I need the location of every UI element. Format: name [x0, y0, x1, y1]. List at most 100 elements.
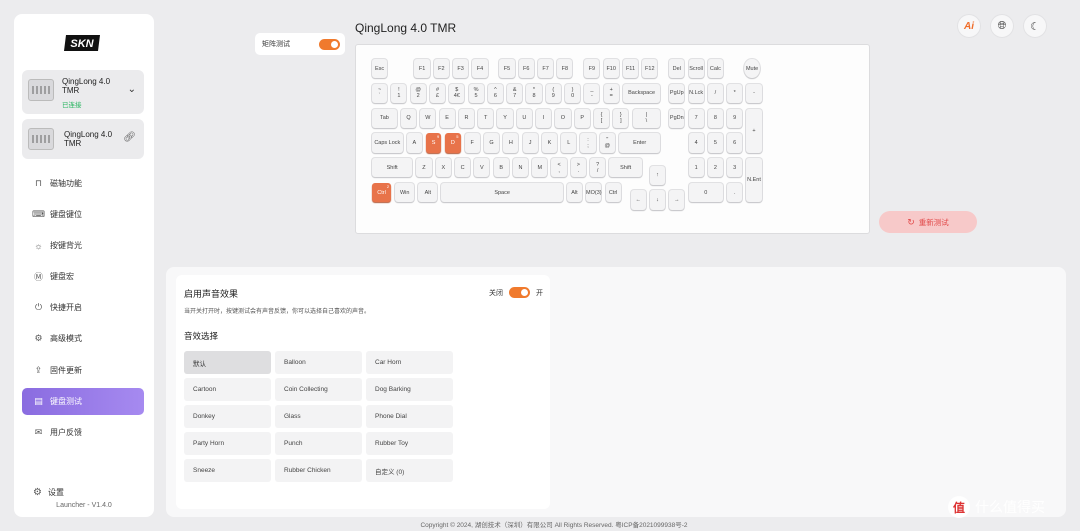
- key[interactable]: V: [474, 158, 490, 178]
- key[interactable]: Shift: [609, 158, 642, 178]
- key[interactable]: 1: [688, 158, 704, 178]
- key[interactable]: _ -: [584, 83, 600, 104]
- key[interactable]: @ 2: [410, 83, 426, 104]
- key[interactable]: Esc: [372, 59, 388, 79]
- sidebar-item-8[interactable]: ✉ 用户反馈: [22, 419, 144, 446]
- sound-option[interactable]: Party Horn: [184, 432, 271, 455]
- device-card-second[interactable]: QingLong 4.0 TMR 🔗︎: [22, 119, 144, 159]
- key[interactable]: C: [454, 158, 471, 178]
- key[interactable]: ( 9: [545, 83, 561, 104]
- sidebar-item-2[interactable]: ☼ 按键背光: [22, 232, 144, 259]
- key[interactable]: & 7: [507, 83, 523, 104]
- key[interactable]: Caps Lock: [372, 133, 403, 153]
- sound-option[interactable]: Balloon: [275, 351, 362, 374]
- key[interactable]: Scroll: [688, 59, 704, 79]
- key[interactable]: F2: [433, 59, 449, 79]
- key[interactable]: I: [536, 108, 552, 128]
- key[interactable]: Shift: [372, 158, 413, 178]
- key[interactable]: F10: [603, 59, 619, 79]
- matrix-toggle-switch[interactable]: [319, 39, 340, 50]
- sound-option[interactable]: 默认: [184, 351, 271, 374]
- key[interactable]: /: [707, 83, 723, 104]
- key[interactable]: +: [746, 108, 762, 153]
- key[interactable]: Mute: [744, 59, 760, 79]
- key[interactable]: < ,: [551, 158, 567, 178]
- key[interactable]: 2: [707, 158, 723, 178]
- key[interactable]: Alt: [418, 183, 438, 203]
- key[interactable]: Y: [497, 108, 513, 128]
- key[interactable]: G: [483, 133, 500, 153]
- key[interactable]: F7: [537, 59, 554, 79]
- key[interactable]: { [: [593, 108, 610, 128]
- sidebar-item-6[interactable]: ⇪ 固件更新: [22, 357, 144, 384]
- key[interactable]: : ;: [580, 133, 596, 153]
- key[interactable]: E: [439, 108, 455, 128]
- key[interactable]: F4: [472, 59, 488, 79]
- sound-option[interactable]: Donkey: [184, 405, 271, 428]
- link-icon[interactable]: 🔗︎: [123, 132, 136, 143]
- key[interactable]: F: [464, 133, 480, 153]
- sound-option[interactable]: 自定义 (0): [366, 459, 453, 482]
- key[interactable]: Backspace: [622, 83, 661, 104]
- key[interactable]: Ctrl: [605, 183, 621, 203]
- key[interactable]: F8: [557, 59, 573, 79]
- key[interactable]: L: [561, 133, 577, 153]
- sound-option[interactable]: Rubber Toy: [366, 432, 453, 455]
- sidebar-item-5[interactable]: ⚙ 高级模式: [22, 325, 144, 352]
- sidebar-item-0[interactable]: ⊓ 磁轴功能: [22, 170, 144, 197]
- key[interactable]: F3: [453, 59, 469, 79]
- key[interactable]: F6: [518, 59, 534, 79]
- sound-option[interactable]: Phone Dial: [366, 405, 453, 428]
- key[interactable]: PgUp: [669, 83, 685, 104]
- moon-icon[interactable]: ☾: [1024, 15, 1046, 37]
- key[interactable]: 5: [707, 133, 723, 153]
- key[interactable]: T: [478, 108, 494, 128]
- key[interactable]: MO(3): [586, 183, 602, 203]
- key[interactable]: P: [574, 108, 590, 128]
- key[interactable]: ↑: [649, 165, 666, 185]
- key[interactable]: N.Ent: [746, 158, 762, 203]
- key[interactable]: Space: [441, 183, 563, 203]
- sidebar-item-1[interactable]: ⌨ 键盘键位: [22, 201, 144, 228]
- key[interactable]: 4: [688, 133, 704, 153]
- key[interactable]: W: [420, 108, 436, 128]
- key[interactable]: ~ `: [372, 83, 388, 104]
- key[interactable]: Z: [416, 158, 432, 178]
- sound-option[interactable]: Punch: [275, 432, 362, 455]
- sound-option[interactable]: Car Horn: [366, 351, 453, 374]
- key[interactable]: Win: [395, 183, 415, 203]
- sidebar-item-4[interactable]: ⏻ 快捷开启: [22, 294, 144, 321]
- sound-option[interactable]: Glass: [275, 405, 362, 428]
- key[interactable]: 9: [727, 108, 743, 128]
- sidebar-item-3[interactable]: Ⓜ 键盘宏: [22, 263, 144, 290]
- key[interactable]: % 5: [468, 83, 484, 104]
- key[interactable]: D5: [445, 133, 461, 153]
- settings-item[interactable]: ⚙ 设置: [33, 487, 64, 498]
- device-card-active[interactable]: QingLong 4.0 TMR 已连接 ⌄: [22, 70, 144, 114]
- key[interactable]: > .: [570, 158, 586, 178]
- key[interactable]: PgDn: [669, 108, 685, 128]
- key[interactable]: →: [669, 190, 685, 210]
- key[interactable]: ↓: [649, 190, 666, 210]
- key[interactable]: -: [746, 83, 762, 104]
- key[interactable]: $ 4€: [449, 83, 465, 104]
- key[interactable]: .: [727, 183, 743, 203]
- globe-icon[interactable]: 🌐︎: [991, 15, 1013, 37]
- sound-toggle-switch[interactable]: [509, 287, 530, 298]
- matrix-test-toggle[interactable]: 矩阵测试: [255, 33, 345, 55]
- key[interactable]: Del: [669, 59, 685, 79]
- ai-icon[interactable]: Ai: [958, 15, 980, 37]
- sound-option[interactable]: Rubber Chicken: [275, 459, 362, 482]
- key[interactable]: 6: [727, 133, 743, 153]
- key[interactable]: ) 0: [565, 83, 581, 104]
- key[interactable]: K: [541, 133, 558, 153]
- key[interactable]: ! 1: [391, 83, 407, 104]
- key[interactable]: ←: [630, 190, 646, 210]
- sound-option[interactable]: Sneeze: [184, 459, 271, 482]
- key[interactable]: M: [532, 158, 548, 178]
- key[interactable]: } ]: [613, 108, 629, 128]
- key[interactable]: J: [522, 133, 538, 153]
- key[interactable]: ^ 6: [487, 83, 503, 104]
- key[interactable]: A: [406, 133, 422, 153]
- key[interactable]: + =: [603, 83, 619, 104]
